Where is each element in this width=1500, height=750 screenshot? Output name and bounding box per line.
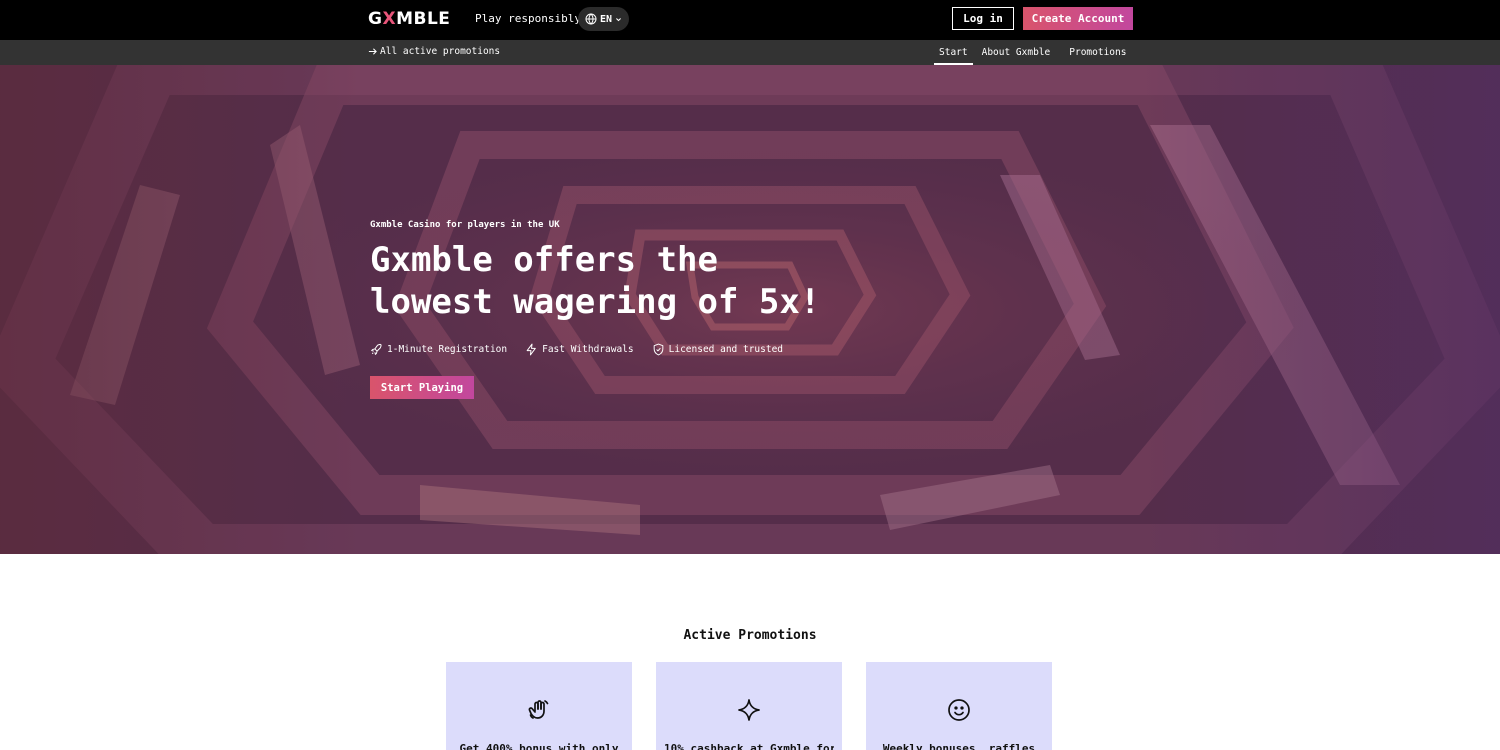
promotion-card[interactable]: 10% cashback at Gxmble for bbox=[656, 662, 842, 750]
gxmble-logo[interactable]: G X MBLE bbox=[368, 9, 450, 29]
hero-banner: Gxmble Casino for players in the UK Gxmb… bbox=[0, 65, 1500, 554]
sub-navigation: All active promotions Start About Gxmble… bbox=[0, 40, 1500, 65]
language-code: EN bbox=[599, 13, 613, 25]
feature-registration: 1-Minute Registration bbox=[370, 343, 507, 356]
feature-list: 1-Minute Registration Fast Withdrawals L… bbox=[370, 343, 783, 356]
smiley-icon bbox=[948, 699, 970, 721]
hero-title-line-2: lowest wagering of 5x! bbox=[370, 282, 821, 322]
sparkle-icon bbox=[738, 699, 760, 721]
feature-licensed: Licensed and trusted bbox=[652, 343, 783, 356]
feature-label: Licensed and trusted bbox=[668, 344, 784, 355]
play-responsibly-link[interactable]: Play responsibly bbox=[475, 12, 581, 25]
start-playing-button[interactable]: Start Playing bbox=[370, 376, 474, 399]
create-account-button[interactable]: Create Account bbox=[1023, 7, 1133, 30]
login-button[interactable]: Log in bbox=[952, 7, 1014, 30]
logo-prefix: G bbox=[368, 9, 383, 29]
shield-check-icon bbox=[653, 343, 663, 356]
hero-title: Gxmble offers the lowest wagering of 5x! bbox=[370, 239, 890, 323]
rocket-icon bbox=[371, 343, 382, 355]
all-promotions-label: All active promotions bbox=[380, 46, 501, 57]
lightning-icon bbox=[526, 343, 536, 356]
globe-icon bbox=[585, 13, 597, 25]
waving-hand-icon bbox=[528, 700, 549, 719]
logo-suffix: MBLE bbox=[396, 9, 451, 29]
main-nav: Start About Gxmble Promotions bbox=[934, 40, 1131, 65]
all-promotions-link[interactable]: All active promotions bbox=[368, 46, 500, 57]
nav-link-about[interactable]: About Gxmble bbox=[977, 40, 1056, 65]
nav-link-promotions[interactable]: Promotions bbox=[1064, 40, 1131, 65]
language-selector[interactable]: EN bbox=[578, 7, 629, 31]
feature-label: 1-Minute Registration bbox=[387, 344, 508, 355]
feature-withdrawals: Fast Withdrawals bbox=[525, 343, 634, 356]
feature-label: Fast Withdrawals bbox=[542, 344, 634, 355]
hero-subtitle: Gxmble Casino for players in the UK bbox=[370, 220, 560, 230]
arrow-right-icon bbox=[368, 48, 377, 55]
top-bar: G X MBLE Play responsibly EN Log in Create… bbox=[0, 0, 1500, 40]
active-promotions-title: Active Promotions bbox=[683, 628, 817, 643]
nav-link-start[interactable]: Start bbox=[934, 40, 973, 65]
promotion-card-text: Get 400% bonus with only bbox=[459, 742, 619, 750]
promotion-card-text: 10% cashback at Gxmble for bbox=[664, 742, 834, 750]
hero-title-line-1: Gxmble offers the bbox=[370, 240, 718, 280]
promotion-card[interactable]: Weekly bonuses, raffles bbox=[866, 662, 1052, 750]
chevron-down-icon bbox=[616, 17, 621, 21]
logo-x: X bbox=[382, 9, 397, 29]
promotion-card-text: Weekly bonuses, raffles bbox=[882, 742, 1036, 750]
promotion-card[interactable]: Get 400% bonus with only bbox=[446, 662, 632, 750]
